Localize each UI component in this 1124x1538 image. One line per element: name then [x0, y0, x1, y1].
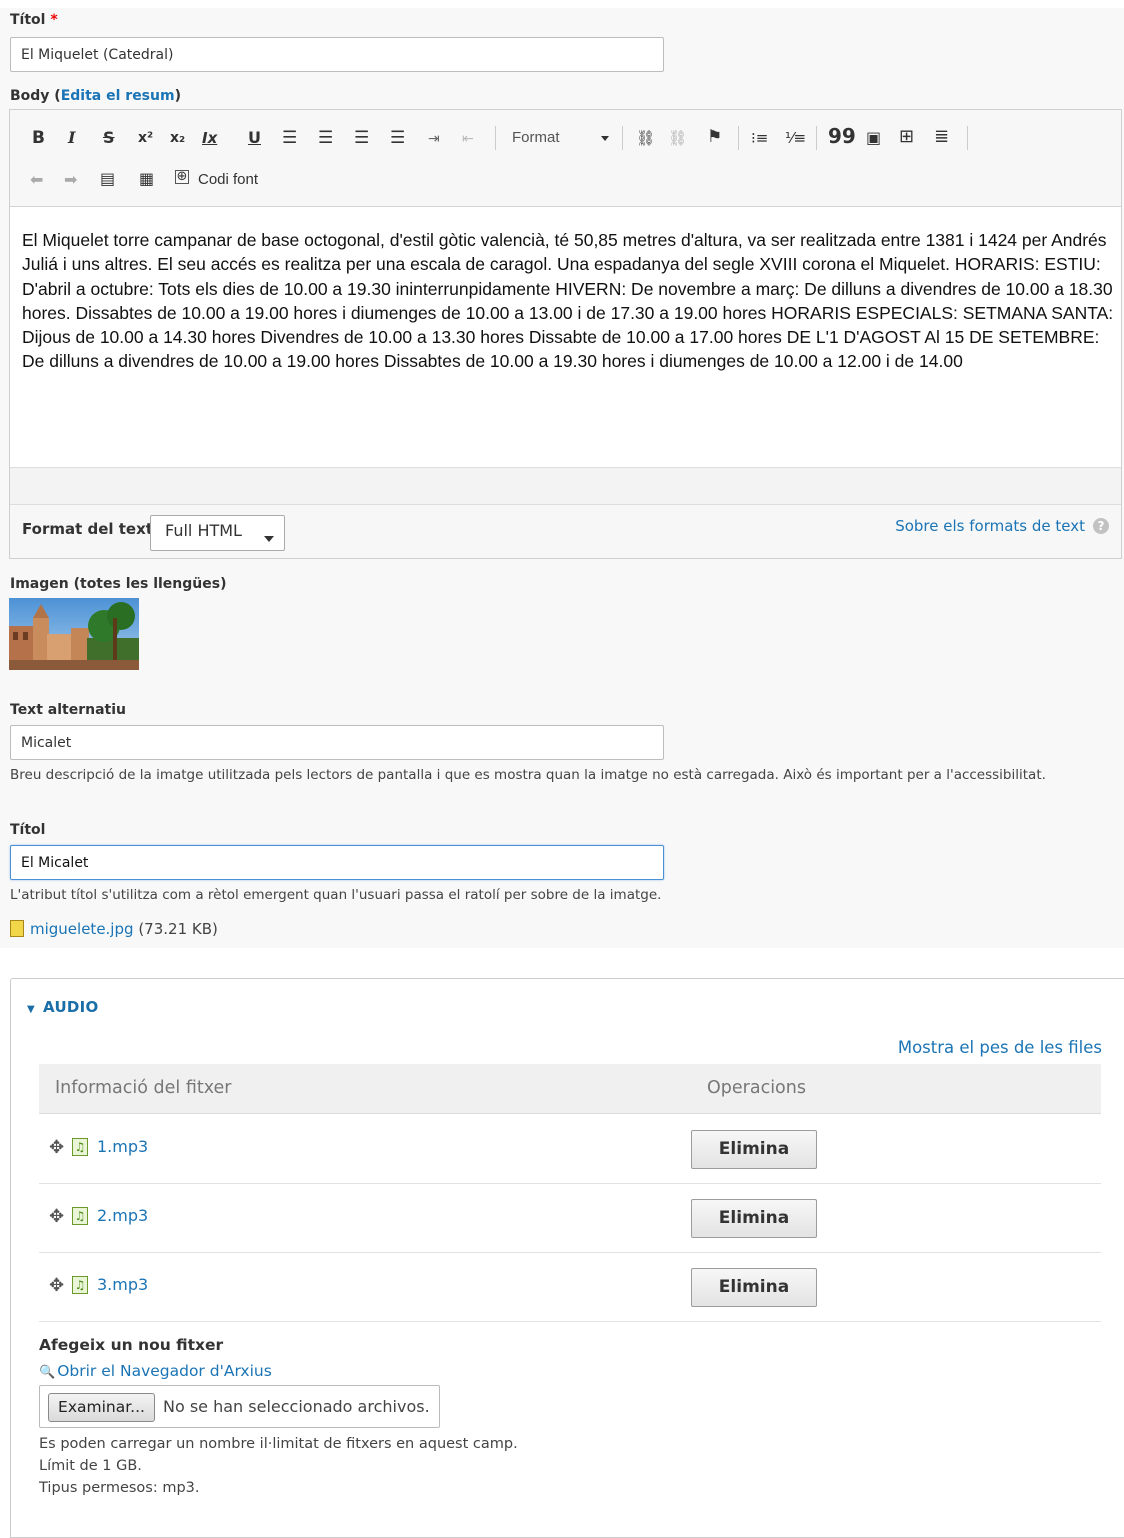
audio-section-toggle[interactable]: ▼ AUDIO	[27, 998, 99, 1016]
editor-status-bar	[10, 467, 1121, 505]
unlink-icon[interactable]: ⛓	[668, 128, 687, 148]
align-justify-icon[interactable]: ☰	[390, 128, 405, 148]
required-mark: *	[50, 12, 58, 28]
paste-word-icon[interactable]: ▦	[139, 169, 154, 189]
text-format-label: Format del text	[22, 520, 153, 538]
remove-button[interactable]: Elimina	[691, 1130, 817, 1169]
indent-icon[interactable]: ⇥	[428, 129, 440, 149]
remove-format-icon[interactable]: Ix	[202, 128, 217, 148]
image-file-icon	[10, 920, 24, 937]
toolbar-separator	[495, 126, 496, 150]
show-row-weights-link[interactable]: Mostra el pes de les files	[898, 1038, 1102, 1057]
undo-icon[interactable]: ⬅	[30, 170, 43, 190]
bold-icon[interactable]: B	[32, 128, 45, 148]
column-header-file-info: Informació del fitxer	[55, 1078, 232, 1098]
table-row: ✥ ♫ 2.mp3 Elimina	[39, 1184, 1101, 1253]
audio-file-link[interactable]: 1.mp3	[97, 1137, 148, 1156]
audio-file-icon: ♫	[72, 1207, 88, 1225]
body-label: Body (Edita el resum)	[10, 88, 181, 104]
text-format-select[interactable]: Full HTML	[150, 515, 285, 551]
audio-file-link[interactable]: 3.mp3	[97, 1275, 148, 1294]
remove-button[interactable]: Elimina	[691, 1268, 817, 1307]
add-file-label: Afegeix un nou fitxer	[39, 1336, 224, 1354]
underline-icon[interactable]: U	[248, 128, 261, 148]
table-row: ✥ ♫ 1.mp3 Elimina	[39, 1115, 1101, 1184]
outdent-icon[interactable]: ⇤	[462, 129, 474, 149]
image-title-input[interactable]: El Micalet	[10, 845, 664, 880]
drag-handle-icon[interactable]: ✥	[49, 1137, 64, 1158]
bulleted-list-icon[interactable]: ⁝≡	[751, 128, 768, 148]
strikethrough-icon[interactable]: S	[103, 128, 115, 148]
alt-text-input[interactable]: Micalet	[10, 725, 664, 760]
drag-handle-icon[interactable]: ✥	[49, 1275, 64, 1296]
upload-help-types: Tipus permesos: mp3.	[39, 1480, 200, 1496]
alt-text-description: Breu descripció de la imatge utilitzada …	[10, 767, 1046, 783]
magnifier-icon: 🔍	[39, 1365, 56, 1380]
image-field-label: Imagen (totes les llengües)	[10, 576, 227, 592]
image-title-label: Títol	[10, 822, 46, 838]
editor-body-text[interactable]: El Miquelet torre campanar de base octog…	[22, 228, 1117, 374]
file-browser: 🔍 Obrir el Navegador d'Arxius	[39, 1362, 272, 1380]
image-file: miguelete.jpg (73.21 KB)	[10, 920, 218, 938]
image-thumbnail[interactable]	[9, 598, 139, 670]
editor-toolbar: B I S x² x₂ Ix U ☰ ☰ ☰ ☰ ⇥ ⇤ Format ⛓ ⛓ …	[10, 110, 1121, 207]
audio-title-text: AUDIO	[43, 998, 99, 1016]
toolbar-separator	[816, 126, 817, 150]
source-button[interactable]: Codi font	[198, 171, 258, 188]
audio-table-header: Informació del fitxer Operacions	[39, 1064, 1101, 1114]
format-dropdown[interactable]: Format	[512, 129, 560, 146]
italic-icon[interactable]: I	[68, 128, 75, 148]
superscript-icon[interactable]: x²	[138, 128, 153, 148]
drag-handle-icon[interactable]: ✥	[49, 1206, 64, 1227]
column-header-operations: Operacions	[707, 1078, 806, 1098]
title-label: Títol *	[10, 12, 58, 28]
align-center-icon[interactable]: ☰	[318, 128, 333, 148]
remove-button[interactable]: Elimina	[691, 1199, 817, 1238]
browse-button[interactable]: Examinar...	[48, 1393, 155, 1422]
body-label-suffix: )	[174, 88, 181, 104]
subscript-icon[interactable]: x₂	[170, 128, 185, 148]
upload-help-count: Es poden carregar un nombre il·limitat d…	[39, 1436, 518, 1452]
audio-file-icon: ♫	[72, 1276, 88, 1294]
numbered-list-icon[interactable]: ⅟≡	[785, 128, 806, 148]
link-icon[interactable]: ⛓	[636, 128, 655, 148]
toolbar-separator	[967, 126, 968, 150]
title-input[interactable]: El Miquelet (Catedral)	[10, 37, 664, 72]
image-icon[interactable]: ▣	[866, 128, 881, 148]
toolbar-separator	[738, 126, 739, 150]
blockquote-icon[interactable]: 99	[828, 126, 856, 146]
paste-text-icon[interactable]: ▤	[100, 169, 115, 189]
text-format-row: Format del text Full HTML Sobre els form…	[10, 505, 1121, 558]
redo-icon[interactable]: ➡	[64, 170, 77, 190]
image-title-description: L'atribut títol s'utilitza com a rètol e…	[10, 887, 662, 903]
body-label-text: Body (	[10, 88, 61, 104]
title-label-text: Títol	[10, 12, 46, 28]
audio-file-link[interactable]: 2.mp3	[97, 1206, 148, 1225]
image-file-size: (73.21 KB)	[138, 920, 218, 938]
table-icon[interactable]: ⊞	[899, 127, 914, 147]
table-row: ✥ ♫ 3.mp3 Elimina	[39, 1253, 1101, 1322]
about-formats[interactable]: Sobre els formats de text	[895, 517, 1085, 535]
anchor-icon[interactable]: ⚑	[707, 127, 722, 147]
upload-help-size: Límit de 1 GB.	[39, 1458, 142, 1474]
alt-text-label: Text alternatiu	[10, 702, 126, 718]
format-caret-icon	[601, 136, 609, 141]
align-right-icon[interactable]: ☰	[354, 128, 369, 148]
no-file-text: No se han seleccionado archivos.	[163, 1397, 430, 1416]
chevron-down-icon	[264, 536, 274, 542]
about-formats-link[interactable]: Sobre els formats de text	[895, 517, 1085, 535]
chevron-down-icon: ▼	[27, 1004, 35, 1015]
source-icon[interactable]: ⊕	[175, 170, 189, 184]
file-upload-input[interactable]: Examinar... No se han seleccionado archi…	[39, 1385, 440, 1428]
edit-summary-link[interactable]: Edita el resum	[61, 88, 175, 104]
text-format-selected: Full HTML	[165, 521, 242, 540]
audio-file-icon: ♫	[72, 1138, 88, 1156]
align-left-icon[interactable]: ☰	[282, 128, 297, 148]
rich-text-editor: B I S x² x₂ Ix U ☰ ☰ ☰ ☰ ⇥ ⇤ Format ⛓ ⛓ …	[9, 109, 1122, 559]
file-browser-link[interactable]: Obrir el Navegador d'Arxius	[57, 1362, 272, 1380]
horizontal-rule-icon[interactable]: ≣	[934, 127, 949, 147]
toolbar-separator	[622, 126, 623, 150]
help-icon[interactable]: ?	[1093, 518, 1109, 534]
image-file-link[interactable]: miguelete.jpg	[30, 920, 134, 938]
